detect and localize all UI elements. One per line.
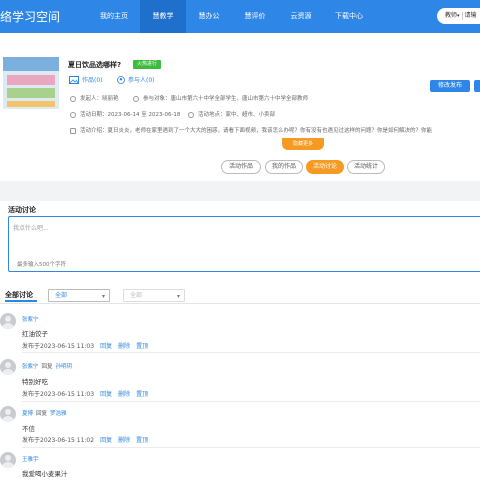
all-discussions-tab[interactable]: 全部讨论	[5, 290, 33, 300]
filter-select-primary[interactable]: 全部 ▾	[48, 289, 110, 302]
comment-author-line: 张紫宁	[22, 315, 39, 323]
participants-count[interactable]: 参与人(0)	[117, 75, 155, 86]
nav-teaching[interactable]: 慧教学	[140, 0, 186, 33]
thumbnail-band	[7, 101, 55, 107]
reply-link[interactable]: 回复	[100, 343, 112, 350]
status-badge: 火热进行	[133, 60, 162, 69]
reply-link[interactable]: 回复	[100, 437, 112, 444]
comment-time: 发布于2023-06-15 11:02	[22, 437, 95, 444]
discussion-textarea[interactable]	[8, 216, 480, 272]
filter-select-secondary-value: 全部	[130, 292, 143, 299]
audience-text: 参与对象：唐山市第六十中学全部学生、唐山市第六十中学全部教师	[143, 96, 309, 102]
search-input[interactable]: 教师▾ 请输	[437, 8, 480, 24]
clock-icon	[70, 111, 76, 118]
comment-time: 发布于2023-06-15 11:03	[22, 391, 95, 398]
section-divider	[0, 181, 480, 201]
participants-count-label: 参与人(0)	[128, 77, 155, 84]
comment-text: 不信	[22, 425, 35, 433]
comment-text: 特别好吃	[22, 378, 48, 386]
thumbnail-band	[7, 75, 55, 85]
nav-office[interactable]: 慧办公	[186, 0, 232, 33]
delete-link[interactable]: 删除	[118, 391, 130, 398]
description-line: 活动介绍：夏日炎炎，老师在家里遇到了一个大大的困惑，请看下面视频，我该怎么办呢？…	[70, 126, 432, 134]
search-placeholder: 请输	[464, 12, 477, 19]
activity-title: 夏日饮品选哪样?	[68, 61, 122, 69]
nav-evaluation[interactable]: 慧评价	[232, 0, 278, 33]
comment-author-line: 张紫宁 回复 孙明玥	[22, 362, 72, 370]
thumbnail-band	[3, 57, 59, 71]
avatar[interactable]	[0, 406, 16, 422]
filter-divider	[0, 303, 480, 304]
comment-author[interactable]: 王雅宇	[22, 457, 39, 463]
date-text: 活动日期：2023-06-14 至 2023-06-18	[80, 112, 181, 118]
comment-separator	[22, 401, 480, 402]
pin-link[interactable]: 置顶	[136, 391, 148, 398]
delete-link[interactable]: 删除	[118, 343, 130, 350]
location-line: 活动地点：家中、超市、小卖部	[188, 110, 275, 118]
person-icon	[117, 75, 125, 86]
comment-reply-to[interactable]: 孙明玥	[56, 364, 73, 370]
comment-meta: 发布于2023-06-15 11:02 回复 删除 置顶	[22, 435, 148, 444]
filter-select-secondary[interactable]: 全部 ▾	[123, 289, 185, 302]
search-divider	[461, 11, 463, 20]
more-actions-button[interactable]	[474, 80, 480, 92]
pin-link[interactable]: 置顶	[136, 343, 148, 350]
tab-my-works[interactable]: 我的作品	[265, 160, 303, 174]
reply-link[interactable]: 回复	[100, 391, 112, 398]
user-icon	[70, 95, 76, 102]
search-scope-select[interactable]: 教师	[445, 12, 457, 19]
comment-author[interactable]: 张紫宁	[22, 317, 39, 323]
comment-author-line: 夏博 回复 罗浩雅	[22, 409, 67, 417]
edit-publish-button[interactable]: 修改发布	[430, 80, 470, 92]
comment-author-line: 王雅宇	[22, 455, 39, 463]
character-limit-note: 最多输入500个字符	[17, 262, 66, 268]
audience-line: 参与对象：唐山市第六十中学全部学生、唐山市第六十中学全部教师	[133, 94, 308, 102]
comment-meta: 发布于2023-06-15 11:03 回复 删除 置顶	[22, 389, 148, 398]
pin-link[interactable]: 置顶	[136, 437, 148, 444]
comment-meta: 发布于2023-06-15 11:03 回复 删除 置顶	[22, 341, 148, 350]
site-brand[interactable]: 络学习空间	[0, 8, 60, 25]
location-text: 活动地点：家中、超市、小卖部	[198, 112, 276, 118]
reply-word: 回复	[36, 411, 48, 417]
nav-resources[interactable]: 云资源	[278, 0, 324, 33]
avatar[interactable]	[0, 313, 16, 329]
avatar[interactable]	[0, 359, 16, 375]
delete-link[interactable]: 删除	[118, 437, 130, 444]
discussion-placeholder: 我点什么吧...	[13, 225, 49, 232]
location-pin-icon	[188, 111, 194, 118]
works-count[interactable]: 作品(0)	[69, 75, 103, 86]
chevron-down-icon: ▾	[101, 293, 105, 300]
group-icon	[133, 95, 139, 102]
tab-activity-discussion[interactable]: 活动讨论	[306, 160, 344, 174]
tab-activity-works[interactable]: 活动作品	[221, 160, 261, 174]
comment-separator	[22, 352, 480, 353]
description-text: 活动介绍：夏日炎炎，老师在家里遇到了一个大大的困惑，请看下面视频，我该怎么办呢？…	[80, 128, 433, 134]
filter-select-primary-value: 全部	[55, 292, 68, 299]
comment-text: 我爱喝小麦果汁	[22, 470, 68, 478]
reply-word: 回复	[41, 364, 53, 370]
collapse-more-button[interactable]: 隐藏更多	[282, 138, 324, 150]
initiator-line: 发起人：晓丽艳	[70, 94, 119, 102]
comment-text: 红油饺子	[22, 330, 48, 338]
image-icon	[69, 75, 79, 86]
date-line: 活动日期：2023-06-14 至 2023-06-18	[70, 110, 180, 118]
comment-reply-to[interactable]: 罗浩雅	[50, 411, 67, 417]
chevron-down-icon: ▾	[176, 293, 180, 300]
works-count-label: 作品(0)	[82, 77, 103, 84]
active-tab-underline	[5, 300, 37, 302]
thumbnail-band	[7, 88, 55, 98]
top-nav-bar: 络学习空间 我的主页 慧教学 慧办公 慧评价 云资源 下载中心 教师▾ 请输	[0, 0, 480, 33]
comment-author[interactable]: 夏博	[22, 411, 33, 417]
comment-time: 发布于2023-06-15 11:03	[22, 343, 95, 350]
comment-separator	[22, 447, 480, 448]
document-icon	[70, 127, 76, 134]
avatar[interactable]	[0, 452, 16, 468]
tab-activity-stats[interactable]: 活动统计	[347, 160, 385, 174]
initiator-text: 发起人：晓丽艳	[80, 96, 119, 102]
activity-thumbnail[interactable]	[3, 57, 59, 109]
comment-author[interactable]: 张紫宁	[22, 364, 39, 370]
nav-download-center[interactable]: 下载中心	[324, 0, 374, 33]
discussion-heading: 活动讨论	[8, 206, 36, 214]
nav-home[interactable]: 我的主页	[88, 0, 140, 33]
